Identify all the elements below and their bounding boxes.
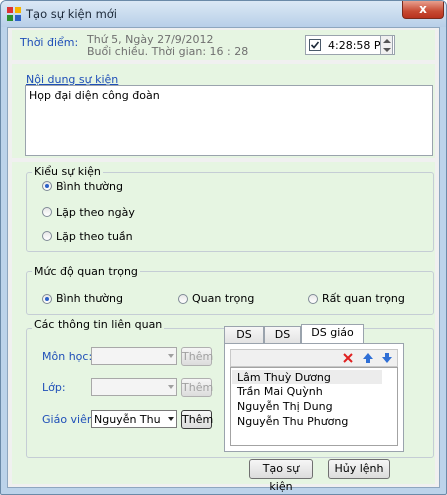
- importance-radio-normal[interactable]: [42, 294, 52, 304]
- event-type-radio-daily[interactable]: [42, 207, 52, 217]
- tab-classes[interactable]: DS lớp: [264, 326, 301, 357]
- importance-label-normal: Bình thường: [56, 292, 123, 305]
- event-type-radio-normal[interactable]: [42, 181, 52, 191]
- spin-down-icon[interactable]: [383, 47, 391, 53]
- move-down-icon[interactable]: [382, 353, 392, 363]
- delete-icon[interactable]: [343, 353, 353, 363]
- content-value[interactable]: Họp đại diện công đoàn: [29, 89, 160, 102]
- importance-label-important: Quan trọng: [192, 292, 255, 305]
- checkbox-icon[interactable]: [309, 39, 321, 51]
- event-type-title: Kiểu sự kiện: [32, 165, 103, 178]
- close-icon: x: [419, 2, 427, 16]
- tab-teachers[interactable]: DS giáo viên: [301, 324, 364, 355]
- window-title: Tạo sự kiện mới: [26, 7, 118, 21]
- tab-subjects[interactable]: DS môn: [224, 326, 264, 357]
- list-item[interactable]: Trần Mai Quỳnh: [237, 385, 323, 398]
- title-bar[interactable]: Tạo sự kiện mới x: [1, 1, 446, 27]
- class-combo[interactable]: [91, 378, 177, 396]
- close-button[interactable]: x: [402, 1, 444, 19]
- chevron-down-icon: [168, 385, 174, 389]
- app-icon: [7, 7, 21, 21]
- importance-radio-very-important[interactable]: [308, 294, 318, 304]
- importance-title: Mức độ quan trọng: [32, 265, 140, 278]
- add-class-button[interactable]: Thêm: [181, 378, 213, 397]
- event-type-radio-weekly[interactable]: [42, 231, 52, 241]
- teacher-list[interactable]: Lâm Thuỳ Dương Trần Mai Quỳnh Nguyễn Thị…: [230, 367, 398, 446]
- create-event-button[interactable]: Tạo sự kiện: [249, 459, 313, 493]
- dialog-body: Thời điểm: Thứ 5, Ngày 27/9/2012 Buổi ch…: [7, 27, 440, 493]
- event-type-label-daily: Lặp theo ngày: [56, 206, 135, 219]
- session-text: Buổi chiều. Thời gian: 16 : 28: [87, 45, 249, 58]
- chevron-down-icon: [168, 417, 174, 421]
- chevron-down-icon: [168, 354, 174, 358]
- importance-radio-important[interactable]: [178, 294, 188, 304]
- class-label: Lớp:: [42, 381, 66, 394]
- event-type-label-normal: Bình thường: [56, 180, 123, 193]
- time-label: Thời điểm:: [20, 36, 79, 49]
- list-item[interactable]: Lâm Thuỳ Dương: [237, 371, 331, 384]
- event-type-label-weekly: Lặp theo tuần: [56, 230, 133, 243]
- importance-label-very-important: Rất quan trọng: [322, 292, 405, 305]
- move-up-icon[interactable]: [363, 353, 373, 363]
- subject-combo[interactable]: [91, 347, 177, 365]
- add-subject-button[interactable]: Thêm: [181, 347, 213, 366]
- teacher-combo-value[interactable]: Nguyễn Thu Phư: [94, 413, 162, 426]
- teacher-combo[interactable]: Nguyễn Thu Phư: [91, 410, 177, 428]
- list-item[interactable]: Nguyễn Thu Phương: [237, 415, 348, 428]
- list-item[interactable]: Nguyễn Thị Dung: [237, 400, 333, 413]
- dialog-window: Tạo sự kiện mới x Thời điểm: Thứ 5, Ngày…: [0, 0, 447, 495]
- subject-label: Môn học:: [42, 350, 93, 363]
- spin-up-icon[interactable]: [383, 38, 391, 44]
- cancel-button[interactable]: Hủy lệnh: [328, 459, 390, 479]
- teacher-label: Giáo viên:: [42, 413, 98, 426]
- time-spinner[interactable]: [380, 35, 393, 55]
- related-title: Các thông tin liên quan: [32, 318, 165, 331]
- add-teacher-button[interactable]: Thêm: [181, 410, 213, 429]
- list-toolbar: [230, 349, 398, 367]
- content-textarea[interactable]: Họp đại diện công đoàn: [25, 85, 433, 156]
